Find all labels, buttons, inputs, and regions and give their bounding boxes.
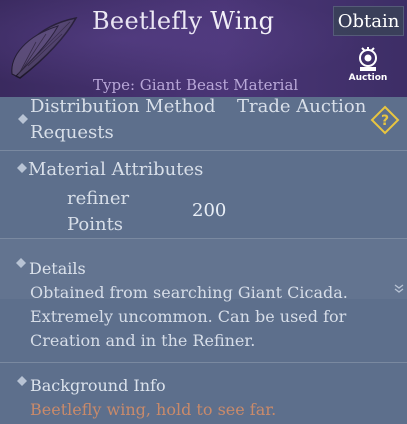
divider: [0, 150, 407, 151]
details-line: Extremely uncommon. Can be used for: [30, 307, 347, 326]
refiner-label: refiner: [67, 188, 130, 209]
diamond-bullet-icon: [16, 258, 26, 268]
attributes-title: Material Attributes: [28, 159, 204, 180]
refiner-label-2: Points: [67, 214, 124, 235]
details-line: Obtained from searching Giant Cicada.: [30, 283, 348, 302]
distribution-value: Trade Auction: [237, 96, 367, 117]
obtain-button[interactable]: Obtain: [333, 6, 404, 36]
refiner-value: 200: [192, 200, 227, 221]
diamond-bullet-icon: [17, 163, 27, 173]
help-icon[interactable]: ?: [370, 105, 400, 135]
scroll-down-icon[interactable]: [393, 283, 405, 295]
details-line: Creation and in the Refiner.: [30, 331, 256, 350]
item-type: Type: Giant Beast Material: [93, 76, 299, 94]
auction-label: Auction: [348, 73, 388, 83]
distribution-label-2: Requests: [30, 122, 114, 143]
background-text: Beetlefly wing, hold to see far.: [30, 400, 277, 419]
wing-icon: [11, 16, 78, 79]
distribution-label: Distribution Method: [30, 96, 216, 117]
auction-icon: [359, 47, 377, 71]
auction-button[interactable]: Auction: [346, 45, 390, 85]
background-title: Background Info: [30, 376, 166, 395]
item-header: Beetlefly Wing Obtain Auction Type: Gian…: [0, 0, 407, 97]
divider: [0, 362, 407, 363]
svg-text:?: ?: [381, 113, 389, 129]
item-title: Beetlefly Wing: [92, 7, 275, 35]
diamond-bullet-icon: [17, 376, 27, 386]
details-title: Details: [29, 259, 86, 278]
diamond-bullet-icon: [18, 114, 28, 124]
